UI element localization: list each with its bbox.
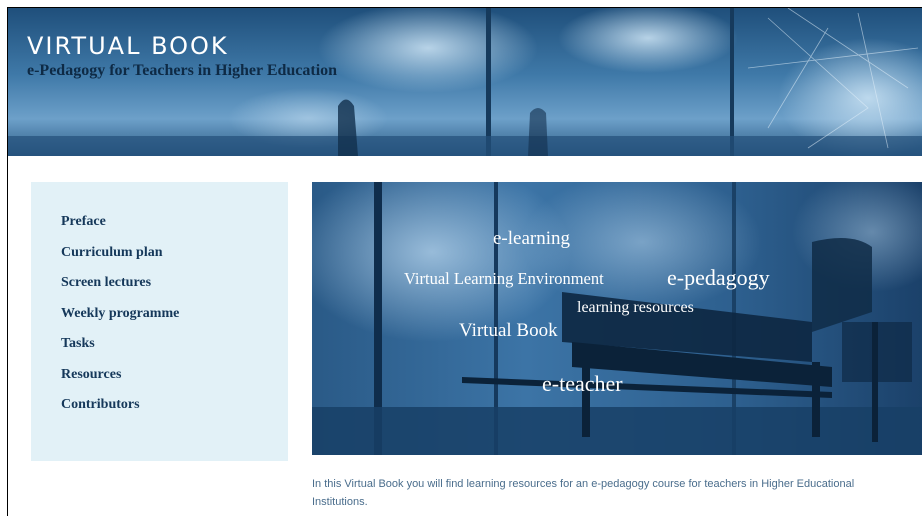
hero-tag-e-teacher: e-teacher	[542, 371, 623, 396]
nav-item-contributors[interactable]: Contributors	[61, 395, 179, 426]
sidebar-nav: Preface Curriculum plan Screen lectures …	[31, 182, 288, 461]
page-frame: VIRTUAL BOOK e-Pedagogy for Teachers in …	[7, 7, 922, 516]
header-banner: VIRTUAL BOOK e-Pedagogy for Teachers in …	[8, 8, 922, 156]
nav-item-weekly-programme[interactable]: Weekly programme	[61, 304, 179, 335]
hero-image: e-learning Virtual Learning Environment …	[312, 182, 922, 455]
hero-tag-virtual-book: Virtual Book	[459, 320, 558, 341]
nav-item-preface[interactable]: Preface	[61, 212, 179, 243]
hero-tag-e-learning: e-learning	[493, 228, 571, 249]
intro-line-2: Institutions.	[312, 496, 368, 508]
site-subtitle: e-Pedagogy for Teachers in Higher Educat…	[27, 62, 338, 79]
nav-item-resources[interactable]: Resources	[61, 365, 179, 396]
intro-line-1: In this Virtual Book you will find learn…	[312, 478, 855, 490]
intro-paragraph: In this Virtual Book you will find learn…	[312, 475, 922, 511]
hero-photo	[312, 182, 922, 455]
hero-tag-virtual-learning-environment: Virtual Learning Environment	[404, 269, 604, 288]
nav-item-tasks[interactable]: Tasks	[61, 334, 179, 365]
hero-tag-e-pedagogy: e-pedagogy	[667, 265, 770, 290]
site-title: VIRTUAL BOOK	[27, 32, 229, 60]
nav-item-curriculum-plan[interactable]: Curriculum plan	[61, 243, 179, 274]
nav-list: Preface Curriculum plan Screen lectures …	[61, 212, 179, 426]
hero-tag-learning-resources: learning resources	[577, 299, 694, 316]
banner-photo	[8, 8, 922, 156]
nav-item-screen-lectures[interactable]: Screen lectures	[61, 273, 179, 304]
